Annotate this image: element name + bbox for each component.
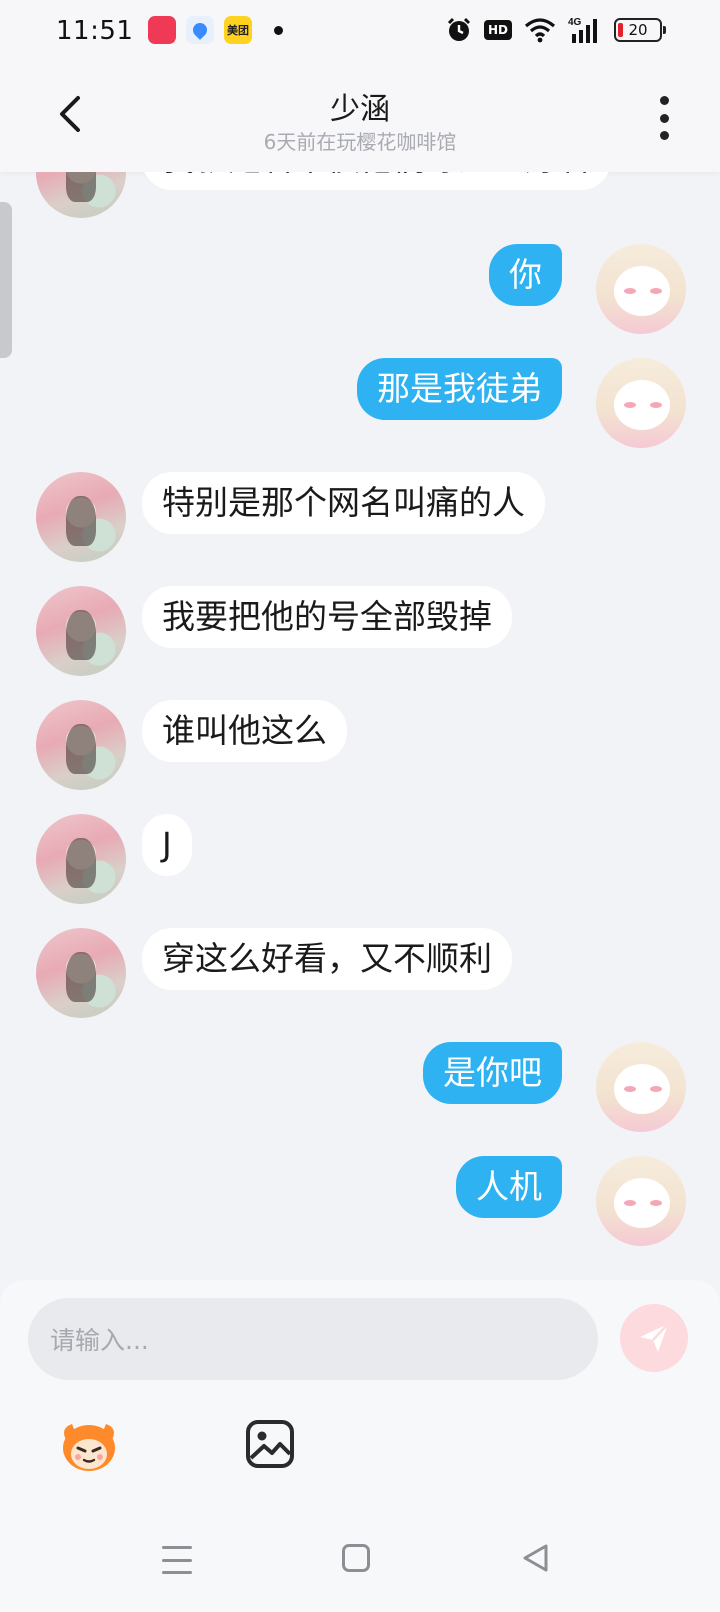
battery-level: 20	[628, 21, 648, 39]
system-nav-bar	[0, 1500, 720, 1612]
notification-dot	[274, 25, 283, 35]
emoji-face-icon	[63, 1424, 115, 1471]
status-time: 11:51	[56, 16, 134, 46]
message-bubble-received[interactable]: J	[142, 814, 192, 876]
wifi-icon	[524, 16, 556, 44]
contact-avatar[interactable]	[36, 814, 126, 904]
red-app-icon	[148, 16, 176, 44]
status-app-icons: 美团	[148, 16, 283, 44]
message-bubble-sent[interactable]: 你	[489, 244, 562, 306]
send-button[interactable]	[620, 1304, 688, 1372]
network-type-label: 4G	[568, 17, 582, 28]
emoji-face-button[interactable]	[56, 1418, 122, 1474]
image-icon	[246, 1420, 294, 1468]
meituan-app-icon: 美团	[224, 16, 252, 44]
contact-avatar[interactable]	[36, 586, 126, 676]
composer-panel: 请输入...	[0, 1280, 720, 1612]
contact-avatar[interactable]	[36, 472, 126, 562]
message-bubble-sent[interactable]: 是你吧	[423, 1042, 562, 1104]
blue-app-icon	[186, 16, 214, 44]
chat-title: 少涵	[330, 92, 390, 127]
message-bubble-sent[interactable]: 人机	[456, 1156, 562, 1218]
contact-avatar[interactable]	[36, 172, 126, 218]
contact-avatar[interactable]	[36, 700, 126, 790]
hd-badge: HD	[483, 20, 512, 40]
more-options-button[interactable]	[656, 96, 672, 140]
message-input[interactable]: 请输入...	[28, 1298, 598, 1380]
message-bubble-received[interactable]: 穿这么好看，又不顺利	[142, 928, 512, 990]
my-avatar[interactable]	[596, 1156, 686, 1246]
message-bubble-received[interactable]: 我就是看不惯他们穿这么好看	[142, 172, 611, 190]
message-bubble-received[interactable]: 特别是那个网名叫痛的人	[142, 472, 545, 534]
chat-subtitle: 6天前在玩樱花咖啡馆	[263, 130, 457, 154]
battery-icon: 20	[614, 18, 666, 42]
menu-nav-icon[interactable]	[162, 1546, 192, 1574]
contact-avatar[interactable]	[36, 928, 126, 1018]
message-list[interactable]: 我就是看不惯他们穿这么好看 你 那是我徒弟 特别是那个网名叫痛的人 我要把他的号…	[0, 172, 720, 1280]
message-bubble-received[interactable]: 谁叫他这么	[142, 700, 347, 762]
status-indicators: HD 4G 20	[446, 16, 666, 44]
back-nav-icon[interactable]	[520, 1542, 550, 1574]
home-nav-icon[interactable]	[342, 1544, 370, 1572]
my-avatar[interactable]	[596, 244, 686, 334]
signal-icon: 4G	[568, 16, 602, 44]
alarm-icon	[446, 16, 472, 44]
message-input-placeholder: 请输入...	[50, 1326, 149, 1355]
my-avatar[interactable]	[596, 1042, 686, 1132]
message-bubble-sent[interactable]: 那是我徒弟	[357, 358, 562, 420]
message-bubble-received[interactable]: 我要把他的号全部毁掉	[142, 586, 512, 648]
edge-handle[interactable]	[0, 202, 12, 358]
chat-header: 少涵 6天前在玩樱花咖啡馆	[0, 66, 720, 172]
send-icon	[640, 1323, 669, 1352]
my-avatar[interactable]	[596, 358, 686, 448]
status-bar: 11:51 美团 HD 4G 20	[0, 0, 720, 66]
more-vertical-icon	[659, 96, 669, 105]
image-picker-button[interactable]	[244, 1418, 296, 1470]
